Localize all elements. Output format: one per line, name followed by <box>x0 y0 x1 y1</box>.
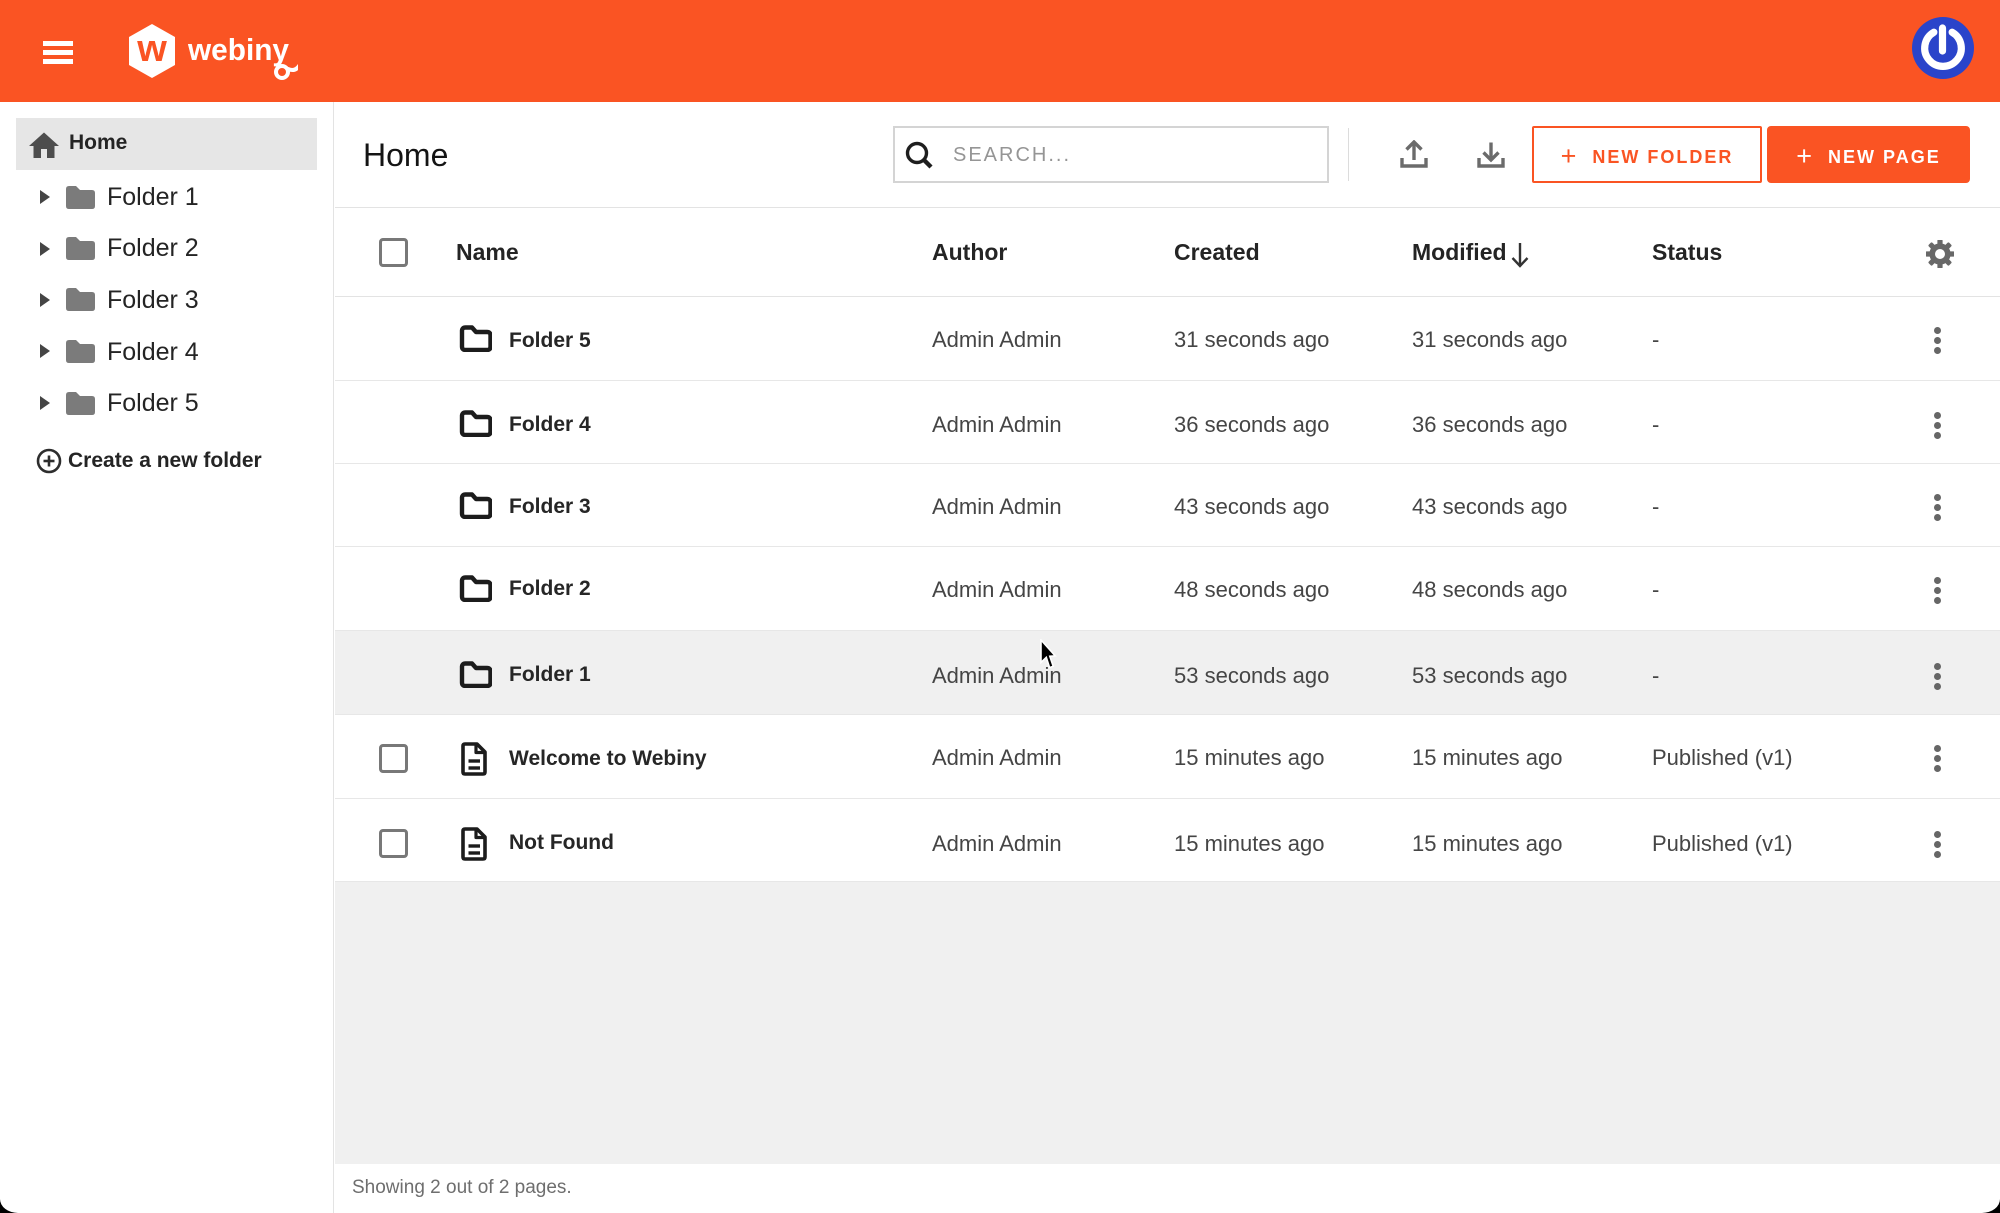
svg-text:webiny: webiny <box>187 32 290 67</box>
svg-text:w: w <box>136 28 167 70</box>
